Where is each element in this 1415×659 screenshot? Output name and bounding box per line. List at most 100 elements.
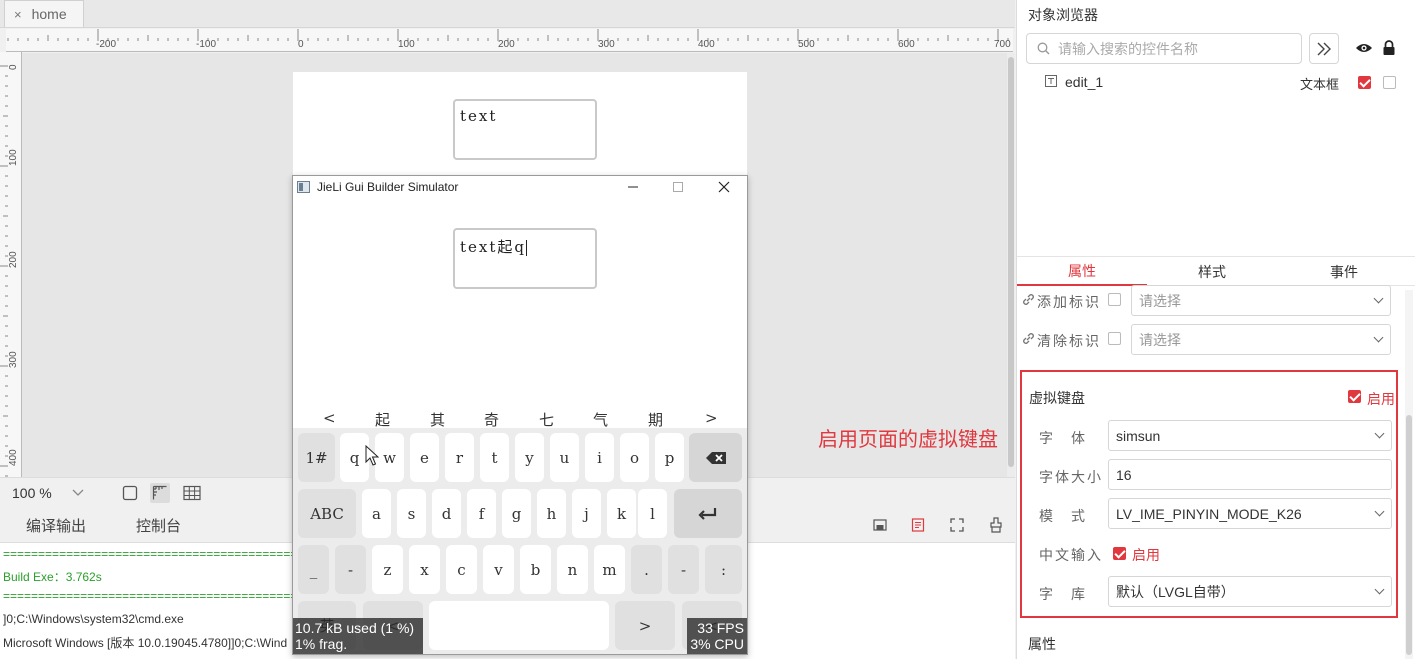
frame-icon[interactable]: [120, 483, 140, 503]
fps-value: 33 FPS: [697, 620, 744, 636]
key[interactable]: o: [620, 433, 649, 482]
vk-enable-checkbox[interactable]: [1348, 390, 1361, 403]
key[interactable]: a: [362, 489, 391, 538]
clear-flag-label: 清除标识: [1037, 333, 1101, 349]
maximize-button[interactable]: [656, 176, 700, 198]
ruler-label: 200: [8, 251, 19, 268]
candidate[interactable]: 七: [539, 409, 554, 430]
ruler-label: 400: [698, 39, 715, 50]
key[interactable]: -: [335, 545, 366, 594]
add-flag-select[interactable]: 请选择: [1131, 285, 1391, 316]
key-backspace[interactable]: [689, 433, 742, 482]
key[interactable]: d: [432, 489, 461, 538]
candidate[interactable]: 期: [648, 409, 663, 430]
properties-scrollbar[interactable]: [1405, 290, 1413, 659]
ruler-toggle-icon[interactable]: [150, 483, 170, 503]
simulator-window[interactable]: JieLi Gui Builder Simulator text起q < 起 其…: [292, 175, 748, 655]
key[interactable]: i: [585, 433, 614, 482]
expand-button[interactable]: [1309, 33, 1339, 64]
key[interactable]: w: [375, 433, 404, 482]
grid-icon[interactable]: [182, 483, 202, 503]
mode-select[interactable]: LV_IME_PINYIN_MODE_K26: [1108, 498, 1392, 529]
font-label: 字 体: [1039, 430, 1087, 446]
key[interactable]: x: [409, 545, 440, 594]
key[interactable]: _: [298, 545, 329, 594]
tab-build-output[interactable]: 编译输出: [26, 507, 86, 543]
fullscreen-icon[interactable]: [947, 515, 967, 535]
key[interactable]: j: [572, 489, 601, 538]
save-output-icon[interactable]: [870, 515, 890, 535]
key[interactable]: l: [638, 489, 667, 538]
candidate[interactable]: 起: [375, 409, 390, 430]
visible-checkbox[interactable]: [1358, 76, 1371, 89]
key[interactable]: -: [668, 545, 699, 594]
key[interactable]: k: [607, 489, 636, 538]
tab-home[interactable]: × home: [4, 0, 84, 27]
clear-output-icon[interactable]: [986, 515, 1006, 535]
font-size-input[interactable]: 16: [1108, 459, 1392, 490]
key[interactable]: p: [655, 433, 684, 482]
key[interactable]: .: [631, 545, 662, 594]
close-tab-icon[interactable]: ×: [14, 7, 22, 22]
clear-flag-select[interactable]: 请选择: [1131, 324, 1391, 355]
minimize-button[interactable]: [611, 176, 655, 198]
key[interactable]: y: [515, 433, 544, 482]
scrollbar-thumb[interactable]: [1406, 415, 1412, 655]
eye-icon[interactable]: [1355, 41, 1373, 55]
key[interactable]: f: [467, 489, 496, 538]
key[interactable]: z: [372, 545, 403, 594]
ruler-label: 500: [798, 39, 815, 50]
key-space[interactable]: [429, 601, 609, 650]
tab-events[interactable]: 事件: [1279, 257, 1409, 286]
zoom-select[interactable]: 100 %: [4, 482, 92, 504]
chinese-input-checkbox[interactable]: [1113, 547, 1126, 560]
canvas-scrollbar[interactable]: [1007, 53, 1015, 477]
virtual-keyboard-group: 虚拟键盘 启用 字 体 simsun 字体大小 16 模 式 LV_IME_PI…: [1020, 370, 1398, 618]
clear-flag-checkbox[interactable]: [1108, 332, 1121, 345]
key[interactable]: :: [705, 545, 742, 594]
key[interactable]: h: [537, 489, 566, 538]
design-textarea[interactable]: text: [453, 99, 597, 160]
key[interactable]: s: [397, 489, 426, 538]
font-select[interactable]: simsun: [1108, 420, 1392, 451]
key[interactable]: e: [410, 433, 439, 482]
key[interactable]: t: [480, 433, 509, 482]
key[interactable]: g: [502, 489, 531, 538]
close-button[interactable]: [702, 176, 746, 198]
key[interactable]: r: [445, 433, 474, 482]
lock-checkbox[interactable]: [1383, 76, 1396, 89]
tree-item-edit-1[interactable]: edit_1 文本框: [1017, 70, 1415, 94]
candidate[interactable]: 奇: [484, 409, 499, 430]
key[interactable]: m: [594, 545, 625, 594]
tab-properties[interactable]: 属性: [1017, 257, 1147, 286]
lock-icon[interactable]: [1382, 40, 1396, 56]
textbox-icon: [1045, 75, 1057, 87]
candidate-next[interactable]: >: [705, 409, 718, 427]
candidate[interactable]: 气: [593, 409, 608, 430]
key[interactable]: n: [557, 545, 588, 594]
search-input[interactable]: 请输入搜索的控件名称: [1026, 33, 1302, 64]
key[interactable]: v: [483, 545, 514, 594]
candidate[interactable]: 其: [430, 409, 445, 430]
key-right[interactable]: >: [615, 601, 675, 650]
add-flag-checkbox[interactable]: [1108, 293, 1121, 306]
sim-textarea[interactable]: text起q: [453, 228, 597, 289]
backspace-icon: [705, 451, 726, 464]
tab-styles[interactable]: 样式: [1147, 257, 1277, 286]
key-symbols[interactable]: 1#: [298, 433, 335, 482]
tab-console[interactable]: 控制台: [136, 507, 181, 543]
enter-icon: [698, 507, 717, 520]
candidate-prev[interactable]: <: [323, 409, 336, 427]
key[interactable]: c: [446, 545, 477, 594]
key-enter[interactable]: [674, 489, 742, 538]
key-abc[interactable]: ABC: [298, 489, 356, 538]
log-icon[interactable]: [908, 515, 928, 535]
key[interactable]: b: [520, 545, 551, 594]
font-lib-select[interactable]: 默认（LVGL自带）: [1108, 576, 1392, 607]
simulator-titlebar[interactable]: JieLi Gui Builder Simulator: [293, 176, 747, 198]
log-line: Microsoft Windows [版本 10.0.19045.4780]]0…: [3, 636, 288, 650]
section-attributes: 属性: [1028, 636, 1056, 652]
key[interactable]: u: [550, 433, 579, 482]
scrollbar-thumb[interactable]: [1008, 57, 1014, 467]
ruler-label: 300: [8, 351, 19, 368]
